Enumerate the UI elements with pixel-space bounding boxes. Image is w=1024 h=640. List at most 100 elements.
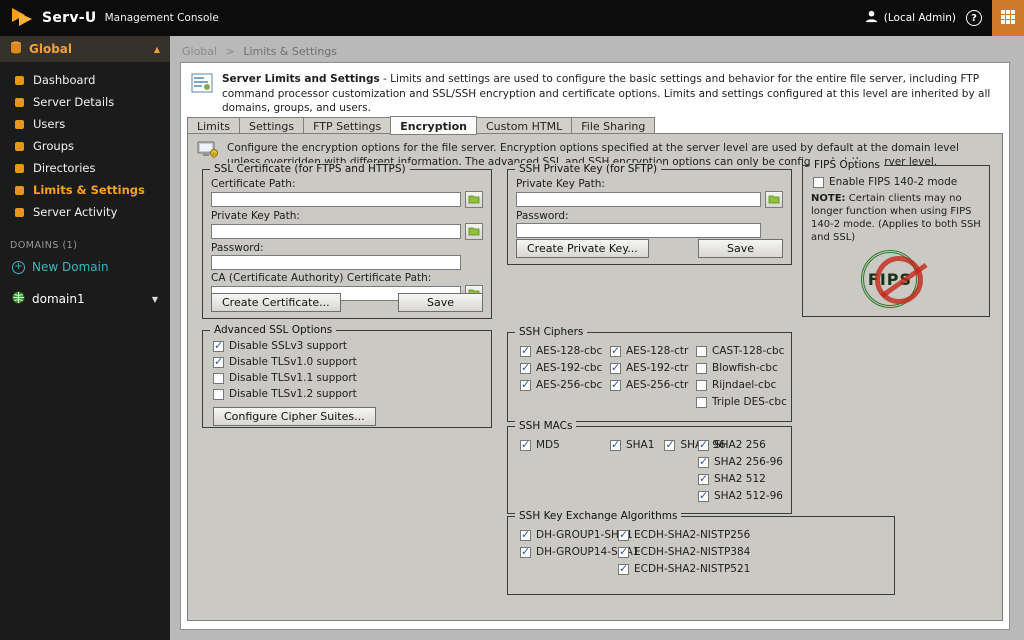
disable-tlsv12-row[interactable]: Disable TLSv1.2 support	[213, 388, 491, 400]
mac-row[interactable]: SHA1	[610, 439, 654, 451]
checkbox[interactable]	[520, 363, 531, 374]
tab-limits[interactable]: Limits	[187, 117, 239, 134]
ssh-password-input[interactable]	[516, 223, 761, 238]
sidebar-item-server-activity[interactable]: Server Activity	[0, 201, 170, 223]
checkbox-label: MD5	[536, 439, 560, 451]
grid-icon	[1001, 10, 1015, 27]
folder-browse-icon	[468, 192, 480, 207]
account-menu[interactable]: (Local Admin)	[864, 9, 956, 27]
ssl-save-button[interactable]: Save	[398, 293, 483, 312]
field-label: CA (Certificate Authority) Certificate P…	[211, 272, 483, 284]
disable-tlsv10-row[interactable]: Disable TLSv1.0 support	[213, 356, 491, 368]
cipher-row[interactable]: AES-192-cbc	[520, 362, 602, 374]
mac-row[interactable]: SHA2 512-96	[698, 490, 783, 502]
kex-row[interactable]: ECDH-SHA2-NISTP521	[618, 563, 750, 575]
checkbox[interactable]	[618, 547, 629, 558]
ssl-password-input[interactable]	[211, 255, 461, 270]
tab-custom-html[interactable]: Custom HTML	[477, 117, 571, 134]
checkbox[interactable]	[610, 346, 621, 357]
checkbox[interactable]	[520, 346, 531, 357]
tab-ftp-settings[interactable]: FTP Settings	[303, 117, 390, 134]
ssh-save-button[interactable]: Save	[698, 239, 783, 258]
kex-row[interactable]: ECDH-SHA2-NISTP384	[618, 546, 750, 558]
cipher-row[interactable]: Blowfish-cbc	[696, 362, 787, 374]
sidebar-item-server-details[interactable]: Server Details	[0, 91, 170, 113]
new-domain-button[interactable]: + New Domain	[0, 255, 170, 279]
checkbox[interactable]	[696, 363, 707, 374]
sidebar-item-domain1[interactable]: domain1 ▼	[0, 287, 170, 311]
checkbox-label: Disable TLSv1.0 support	[229, 356, 357, 368]
private-key-path-input[interactable]	[211, 224, 461, 239]
sidebar-item-groups[interactable]: Groups	[0, 135, 170, 157]
cipher-row[interactable]: AES-128-cbc	[520, 345, 602, 357]
disable-tlsv11-row[interactable]: Disable TLSv1.1 support	[213, 372, 491, 384]
sidebar-item-limits-settings[interactable]: Limits & Settings	[0, 179, 170, 201]
mac-row[interactable]: SHA2 256-96	[698, 456, 783, 468]
checkbox[interactable]	[213, 341, 224, 352]
help-icon[interactable]: ?	[966, 10, 982, 26]
checkbox[interactable]	[520, 547, 531, 558]
tab-file-sharing[interactable]: File Sharing	[571, 117, 655, 134]
ssh-private-key-path-input[interactable]	[516, 192, 761, 207]
create-certificate-button[interactable]: Create Certificate...	[211, 293, 341, 312]
breadcrumb-global[interactable]: Global	[182, 45, 217, 58]
cipher-row[interactable]: Rijndael-cbc	[696, 379, 787, 391]
checkbox[interactable]	[618, 564, 629, 575]
cipher-row[interactable]: CAST-128-cbc	[696, 345, 787, 357]
checkbox[interactable]	[698, 491, 709, 502]
checkbox[interactable]	[520, 530, 531, 541]
checkbox[interactable]	[610, 440, 621, 451]
checkbox[interactable]	[213, 373, 224, 384]
checkbox[interactable]	[696, 346, 707, 357]
checkbox[interactable]	[618, 530, 629, 541]
bullet-icon	[15, 120, 24, 129]
checkbox[interactable]	[696, 397, 707, 408]
chevron-up-icon[interactable]: ▲	[154, 45, 160, 54]
checkbox-label: ECDH-SHA2-NISTP256	[634, 529, 750, 541]
checkbox[interactable]	[696, 380, 707, 391]
sidebar: Global ▲ Dashboard Server Details Users …	[0, 36, 170, 640]
sidebar-global-header[interactable]: Global ▲	[0, 36, 170, 62]
checkbox[interactable]	[213, 357, 224, 368]
ssh-private-key-group: SSH Private Key (for SFTP) Private Key P…	[507, 169, 792, 265]
checkbox[interactable]	[698, 457, 709, 468]
sidebar-item-dashboard[interactable]: Dashboard	[0, 69, 170, 91]
app-switcher-button[interactable]	[992, 0, 1024, 36]
checkbox[interactable]	[610, 380, 621, 391]
sidebar-item-users[interactable]: Users	[0, 113, 170, 135]
certificate-path-input[interactable]	[211, 192, 461, 207]
browse-button[interactable]	[765, 191, 783, 208]
checkbox[interactable]	[213, 389, 224, 400]
create-private-key-button[interactable]: Create Private Key...	[516, 239, 649, 258]
chevron-down-icon[interactable]: ▼	[152, 295, 158, 304]
checkbox[interactable]	[698, 440, 709, 451]
ssh-private-key-path-field: Private Key Path:	[516, 178, 783, 208]
checkbox[interactable]	[698, 474, 709, 485]
tab-encryption[interactable]: Encryption	[390, 116, 477, 135]
browse-button[interactable]	[465, 223, 483, 240]
tab-settings[interactable]: Settings	[239, 117, 303, 134]
enable-fips-row[interactable]: Enable FIPS 140-2 mode	[813, 176, 989, 188]
kex-row[interactable]: ECDH-SHA2-NISTP256	[618, 529, 750, 541]
checkbox[interactable]	[813, 177, 824, 188]
disable-sslv3-row[interactable]: Disable SSLv3 support	[213, 340, 491, 352]
breadcrumb-separator: >	[226, 45, 235, 58]
cipher-row[interactable]: AES-192-ctr	[610, 362, 688, 374]
checkbox[interactable]	[610, 363, 621, 374]
cipher-row[interactable]: AES-256-ctr	[610, 379, 688, 391]
cipher-row[interactable]: Triple DES-cbc	[696, 396, 787, 408]
browse-button[interactable]	[465, 191, 483, 208]
checkbox[interactable]	[664, 440, 675, 451]
checkbox[interactable]	[520, 380, 531, 391]
checkbox[interactable]	[520, 440, 531, 451]
mac-row[interactable]: MD5	[520, 439, 560, 451]
mac-row[interactable]: SHA2 256	[698, 439, 783, 451]
mac-row[interactable]: SHA2 512	[698, 473, 783, 485]
cipher-row[interactable]: AES-256-cbc	[520, 379, 602, 391]
sidebar-global-label: Global	[29, 42, 72, 56]
cipher-row[interactable]: AES-128-ctr	[610, 345, 688, 357]
sidebar-item-directories[interactable]: Directories	[0, 157, 170, 179]
configure-cipher-suites-button[interactable]: Configure Cipher Suites...	[213, 407, 376, 426]
ssh-kex-col2: ECDH-SHA2-NISTP256 ECDH-SHA2-NISTP384 EC…	[618, 529, 750, 580]
sidebar-item-label: Server Activity	[33, 205, 117, 219]
